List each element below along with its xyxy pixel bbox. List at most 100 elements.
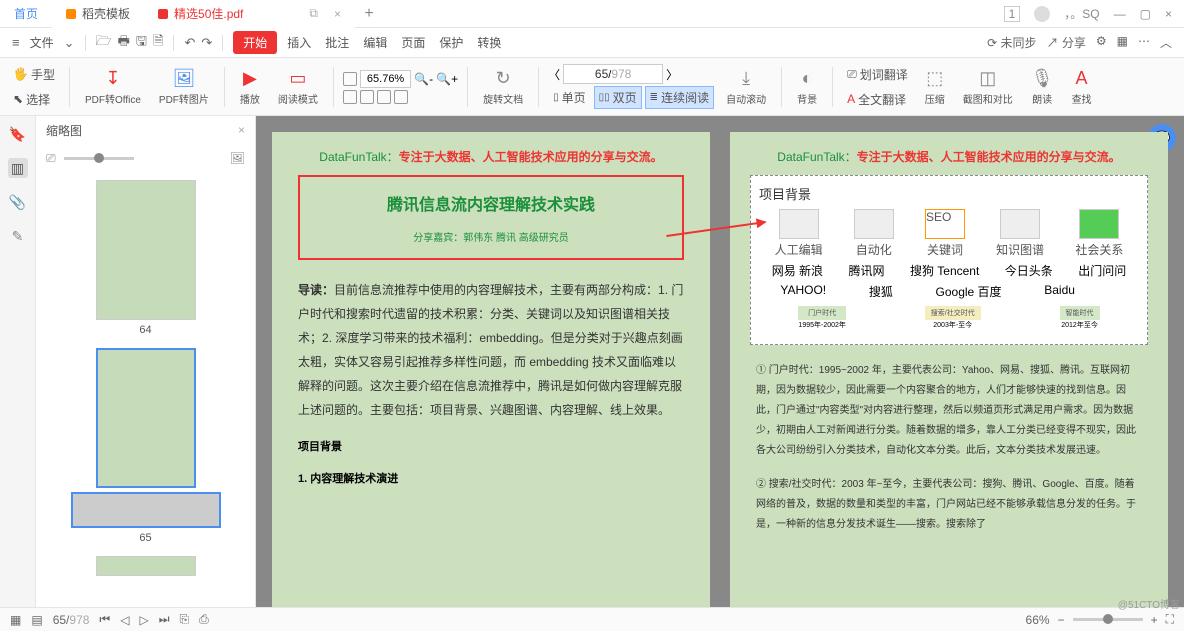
tool-read-mode[interactable]: ▭阅读模式	[272, 68, 324, 106]
status-fullscreen-icon[interactable]: ⛶	[1166, 612, 1174, 627]
sync-status[interactable]: ⟳ 未同步	[987, 34, 1036, 51]
nav-next-icon[interactable]: 〉	[666, 66, 678, 83]
tab-home[interactable]: 首页	[0, 0, 52, 28]
close-tab-icon[interactable]: ×	[334, 7, 341, 21]
tool-find[interactable]: A查找	[1066, 68, 1098, 106]
menu-page[interactable]: 页面	[397, 32, 429, 53]
rail-attachment-icon[interactable]: 📎	[8, 192, 28, 212]
header-brand: DataFunTalk：专注于大数据、人工智能技术应用的分享与交流。	[288, 148, 694, 165]
view-continuous[interactable]: ≣ 连续阅读	[645, 86, 714, 109]
collapse-ribbon-icon[interactable]: ︿	[1160, 34, 1172, 51]
rail-signature-icon[interactable]: ✎	[8, 226, 28, 246]
zoom-in-icon[interactable]: 🔍+	[436, 72, 458, 86]
tab-label: 稻壳模板	[82, 5, 130, 22]
thumb-size-slider[interactable]	[64, 157, 134, 160]
rail-thumbnails-icon[interactable]: ▥	[8, 158, 28, 178]
fit-visible-icon[interactable]	[377, 90, 391, 104]
tool-rotate[interactable]: ↻旋转文档	[477, 68, 529, 106]
zoom-out-icon[interactable]: 🔍-	[414, 72, 433, 86]
tool-hand[interactable]: 🖐手型	[8, 63, 60, 86]
fit-page-icon[interactable]	[360, 90, 374, 104]
status-zoom-in-icon[interactable]: +	[1151, 613, 1158, 627]
open-icon[interactable]: 🗁	[96, 32, 112, 54]
menu-file[interactable]: 文件	[26, 32, 58, 53]
thumbnail-panel-title: 缩略图	[46, 122, 82, 139]
status-grid-icon[interactable]: ▦	[10, 613, 21, 627]
diagram-title: 项目背景	[759, 184, 1139, 203]
status-nav-next-icon[interactable]: ▷	[139, 613, 148, 627]
section-heading: 项目背景	[298, 438, 684, 454]
page-number-input[interactable]: 65/978	[563, 64, 663, 84]
menu-insert[interactable]: 插入	[283, 32, 315, 53]
tool-compress[interactable]: ⬚压缩	[919, 68, 951, 106]
hamburger-icon[interactable]: ≡	[12, 35, 20, 50]
window-minimize-icon[interactable]: —	[1114, 7, 1126, 21]
tool-play[interactable]: ▶播放	[234, 68, 266, 106]
avatar-icon[interactable]	[1034, 6, 1050, 22]
tool-background[interactable]: ◐背景	[791, 68, 823, 106]
user-name[interactable]: ，。SQ	[1064, 5, 1099, 22]
diagram-box: 项目背景 人工编辑 自动化 SEO关键词 知识图谱 社会关系 网易 新浪腾讯网搜…	[750, 175, 1148, 345]
tool-dict-translate[interactable]: ⎚划词翻译	[842, 63, 913, 86]
marquee-zoom-icon[interactable]	[394, 90, 408, 104]
menu-protect[interactable]: 保护	[435, 32, 467, 53]
tool-crop-compare[interactable]: ◫截图和对比	[957, 68, 1019, 106]
actual-size-icon[interactable]	[343, 90, 357, 104]
share-button[interactable]: ↗ 分享	[1047, 34, 1086, 51]
redo-icon[interactable]: ↷	[201, 35, 212, 51]
menu-edit[interactable]: 编辑	[359, 32, 391, 53]
status-tool1-icon[interactable]: ⎘	[180, 612, 190, 627]
fit-width-icon[interactable]	[343, 72, 357, 86]
tool-full-translate[interactable]: A全文翻译	[842, 88, 913, 111]
tab-label: 精选50佳.pdf	[174, 5, 243, 22]
status-tool2-icon[interactable]: ⎙	[199, 612, 209, 627]
undo-icon[interactable]: ↶	[184, 35, 195, 51]
view-single[interactable]: ▯ 单页	[548, 86, 591, 109]
document-viewer[interactable]: 💬 DataFunTalk：专注于大数据、人工智能技术应用的分享与交流。 腾讯信…	[256, 116, 1184, 607]
dropdown-icon[interactable]: ⌄	[64, 35, 75, 51]
new-tab-button[interactable]: +	[355, 5, 383, 23]
thumb-options-icon[interactable]: ⎚	[46, 151, 56, 166]
tool-read-aloud[interactable]: 🎙朗读	[1025, 68, 1060, 106]
settings-icon[interactable]: ⚙	[1096, 34, 1107, 51]
menu-start[interactable]: 开始	[233, 31, 277, 54]
menu-convert[interactable]: 转换	[473, 32, 505, 53]
doc-title: 腾讯信息流内容理解技术实践	[310, 191, 672, 215]
tool-pdf-to-office[interactable]: ↧PDF转Office	[79, 68, 147, 106]
tab-template[interactable]: 稻壳模板	[52, 0, 144, 28]
export-icon[interactable]: 🗎	[153, 32, 163, 54]
doc-paragraph: ① 门户时代：1995~2002 年，主要代表公司：Yahoo、网易、搜狐、腾讯…	[746, 361, 1152, 461]
close-panel-icon[interactable]: ×	[238, 123, 245, 137]
status-nav-prev-icon[interactable]: ◁	[120, 613, 129, 627]
status-page-indicator[interactable]: 65/978	[53, 613, 90, 627]
more-icon[interactable]: ⋯	[1138, 34, 1150, 51]
status-zoom-out-icon[interactable]: −	[1058, 613, 1065, 627]
window-maximize-icon[interactable]: ▢	[1140, 7, 1151, 21]
save-icon[interactable]: 🖫	[136, 32, 147, 54]
tab-active-file[interactable]: 精选50佳.pdf ⧉ ×	[144, 0, 355, 28]
doc-subtitle: 分享嘉宾：郭伟东 腾讯 高级研究员	[310, 229, 672, 244]
thumbnail-page[interactable]: 64	[96, 180, 196, 336]
status-nav-first-icon[interactable]: ⏮	[99, 612, 110, 627]
thumbnail-page[interactable]: 65	[71, 348, 221, 544]
tool-autoscroll[interactable]: ⤓自动滚动	[720, 68, 772, 106]
docer-icon	[66, 9, 76, 19]
tool-select[interactable]: ⬉选择	[8, 88, 60, 111]
tool-pdf-to-image[interactable]: 🖼PDF转图片	[153, 68, 215, 106]
skin-icon[interactable]: ▦	[1117, 34, 1128, 51]
status-zoom-slider[interactable]	[1073, 618, 1143, 621]
rail-bookmark-icon[interactable]: 🔖	[8, 124, 28, 144]
thumbnail-page[interactable]	[96, 556, 196, 576]
section-heading: 1. 内容理解技术演进	[298, 470, 684, 486]
print-icon[interactable]: 🖶	[118, 32, 130, 54]
window-close-icon[interactable]: ×	[1165, 7, 1172, 21]
header-brand: DataFunTalk：专注于大数据、人工智能技术应用的分享与交流。	[746, 148, 1152, 165]
nav-prev-icon[interactable]: 〈	[548, 66, 560, 83]
view-double[interactable]: ▯▯ 双页	[594, 86, 642, 109]
thumb-gallery-icon[interactable]: 🖼	[230, 151, 245, 165]
menu-annotate[interactable]: 批注	[321, 32, 353, 53]
popup-icon[interactable]: ⧉	[309, 6, 318, 21]
status-layers-icon[interactable]: ▤	[31, 613, 42, 627]
zoom-combo[interactable]: 65.76%	[360, 70, 411, 88]
status-nav-last-icon[interactable]: ⏭	[159, 612, 170, 627]
